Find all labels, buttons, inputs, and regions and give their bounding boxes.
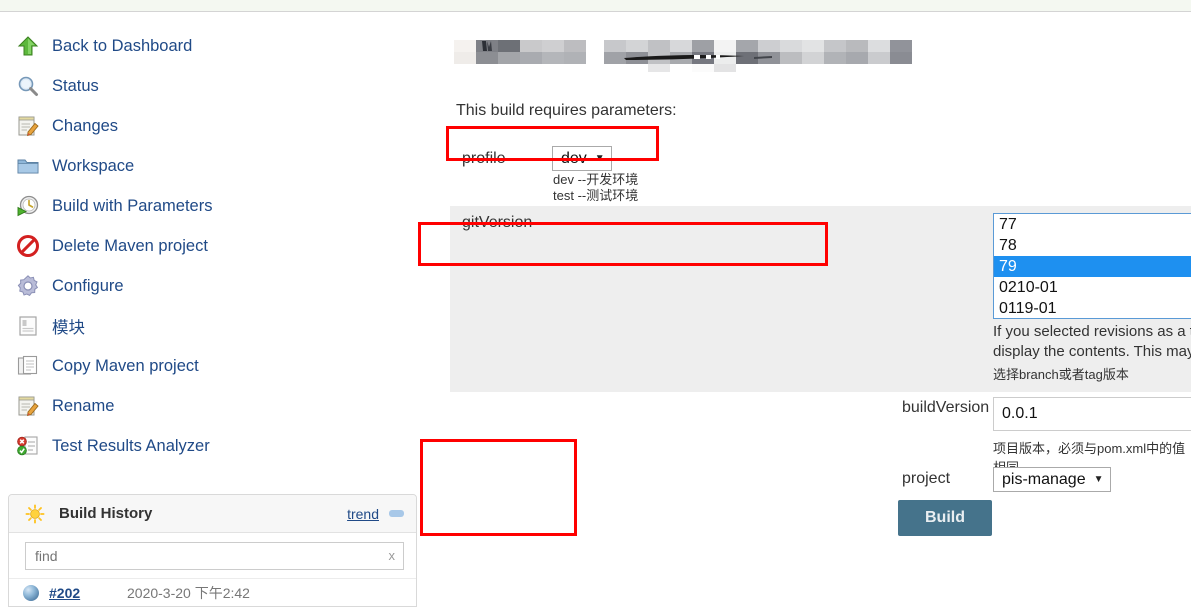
- jenkins-build-with-parameters-page: Back to Dashboard Status Changes Workspa…: [0, 0, 1191, 610]
- sidebar: Back to Dashboard Status Changes Workspa…: [0, 14, 425, 610]
- page-title-blurred: [454, 34, 919, 72]
- gitversion-option[interactable]: 0210-01: [994, 277, 1191, 298]
- sidebar-item-label: Status: [52, 76, 99, 95]
- build-history-find[interactable]: x: [25, 542, 404, 570]
- sidebar-item-label: Changes: [52, 116, 119, 135]
- profile-description-line1: dev --开发环境: [553, 172, 639, 187]
- document-icon: [14, 312, 42, 340]
- gitversion-description-line2: display the contents. This may take some…: [993, 343, 1191, 360]
- find-input[interactable]: [26, 548, 403, 564]
- project-select-value: pis-manage: [1002, 470, 1086, 488]
- sidebar-item-workspace[interactable]: Workspace: [8, 146, 425, 186]
- sidebar-item-label: Build with Parameters: [52, 196, 213, 215]
- gitversion-option-selected[interactable]: 79: [994, 256, 1191, 277]
- profile-select[interactable]: dev ▼: [552, 146, 612, 171]
- sidebar-item-rename[interactable]: Rename: [8, 386, 425, 426]
- parameter-row-profile: profile dev ▼: [462, 146, 612, 171]
- sidebar-item-label: Workspace: [52, 156, 135, 175]
- profile-label: profile: [462, 150, 506, 167]
- gitversion-options: 77 78 79 0210-01 0119-01: [994, 214, 1191, 318]
- sidebar-item-configure[interactable]: Configure: [8, 266, 425, 306]
- build-history-title: Build History: [59, 505, 153, 522]
- notepad-pencil-icon: [14, 112, 42, 140]
- gitversion-label: gitVersion: [462, 214, 533, 231]
- test-results-icon: [14, 432, 42, 460]
- build-date: 2020-3-20 下午2:42: [127, 584, 250, 601]
- sidebar-item-label: Delete Maven project: [52, 236, 208, 255]
- notepad-pencil-icon: [14, 392, 42, 420]
- trend-link[interactable]: trend: [347, 506, 379, 522]
- magnifier-icon: [14, 72, 42, 100]
- build-number-link[interactable]: #202: [49, 585, 127, 601]
- gitversion-description-line1: If you selected revisions as a type of p…: [993, 323, 1191, 340]
- sidebar-item-status[interactable]: Status: [8, 66, 425, 106]
- requires-parameters-text: This build requires parameters:: [456, 102, 677, 119]
- gitversion-option[interactable]: 0119-01: [994, 298, 1191, 318]
- up-arrow-icon: [14, 32, 42, 60]
- sidebar-item-label: Configure: [52, 276, 124, 295]
- sidebar-item-modules[interactable]: 模块: [8, 306, 425, 346]
- sidebar-item-back-to-dashboard[interactable]: Back to Dashboard: [8, 26, 425, 66]
- gear-icon: [14, 272, 42, 300]
- copy-documents-icon: [14, 352, 42, 380]
- folder-icon: [14, 152, 42, 180]
- gitversion-listbox[interactable]: 77 78 79 0210-01 0119-01 ▲ ▼: [993, 213, 1191, 319]
- sidebar-item-delete-maven-project[interactable]: Delete Maven project: [8, 226, 425, 266]
- task-list: Back to Dashboard Status Changes Workspa…: [0, 14, 425, 466]
- chevron-down-icon: ▼: [594, 153, 605, 164]
- build-button[interactable]: Build: [898, 500, 992, 536]
- sidebar-item-copy-maven-project[interactable]: Copy Maven project: [8, 346, 425, 386]
- sidebar-item-label: Test Results Analyzer: [52, 436, 210, 455]
- buildversion-label: buildVersion: [902, 399, 990, 416]
- clock-play-icon: [14, 192, 42, 220]
- buildversion-input[interactable]: [993, 397, 1191, 431]
- gitversion-description-cn: 选择branch或者tag版本: [993, 367, 1129, 382]
- gitversion-option[interactable]: 77: [994, 214, 1191, 235]
- no-entry-icon: [14, 232, 42, 260]
- sidebar-item-build-with-parameters[interactable]: Build with Parameters: [8, 186, 425, 226]
- profile-description-line2: test --测试环境: [553, 188, 639, 203]
- blue-ball-icon: [23, 584, 39, 601]
- gitversion-option[interactable]: 78: [994, 235, 1191, 256]
- chevron-down-icon: ▼: [1093, 474, 1104, 485]
- build-history-find-wrapper: x: [9, 533, 416, 578]
- gitversion-description: If you selected revisions as a type of p…: [993, 322, 1191, 362]
- sun-icon: [25, 503, 45, 524]
- sidebar-item-changes[interactable]: Changes: [8, 106, 425, 146]
- project-select[interactable]: pis-manage ▼: [993, 467, 1111, 492]
- sidebar-item-test-results-analyzer[interactable]: Test Results Analyzer: [8, 426, 425, 466]
- build-history-row[interactable]: #202 2020-3-20 下午2:42: [9, 578, 416, 606]
- sidebar-item-label: Copy Maven project: [52, 356, 199, 375]
- minimize-icon[interactable]: [389, 510, 404, 517]
- build-history-panel: Build History trend x #202 2020-3-20 下午2…: [8, 494, 417, 607]
- sidebar-item-label: Rename: [52, 396, 115, 415]
- clear-find-icon[interactable]: x: [389, 548, 396, 563]
- build-history-header: Build History trend: [9, 495, 416, 533]
- project-label: project: [902, 470, 951, 487]
- profile-select-value: dev: [561, 149, 587, 167]
- sidebar-item-label: 模块: [52, 319, 85, 337]
- main-content: This build requires parameters: profile …: [440, 14, 1191, 610]
- sidebar-item-label: Back to Dashboard: [52, 36, 193, 55]
- top-strip: [0, 0, 1191, 12]
